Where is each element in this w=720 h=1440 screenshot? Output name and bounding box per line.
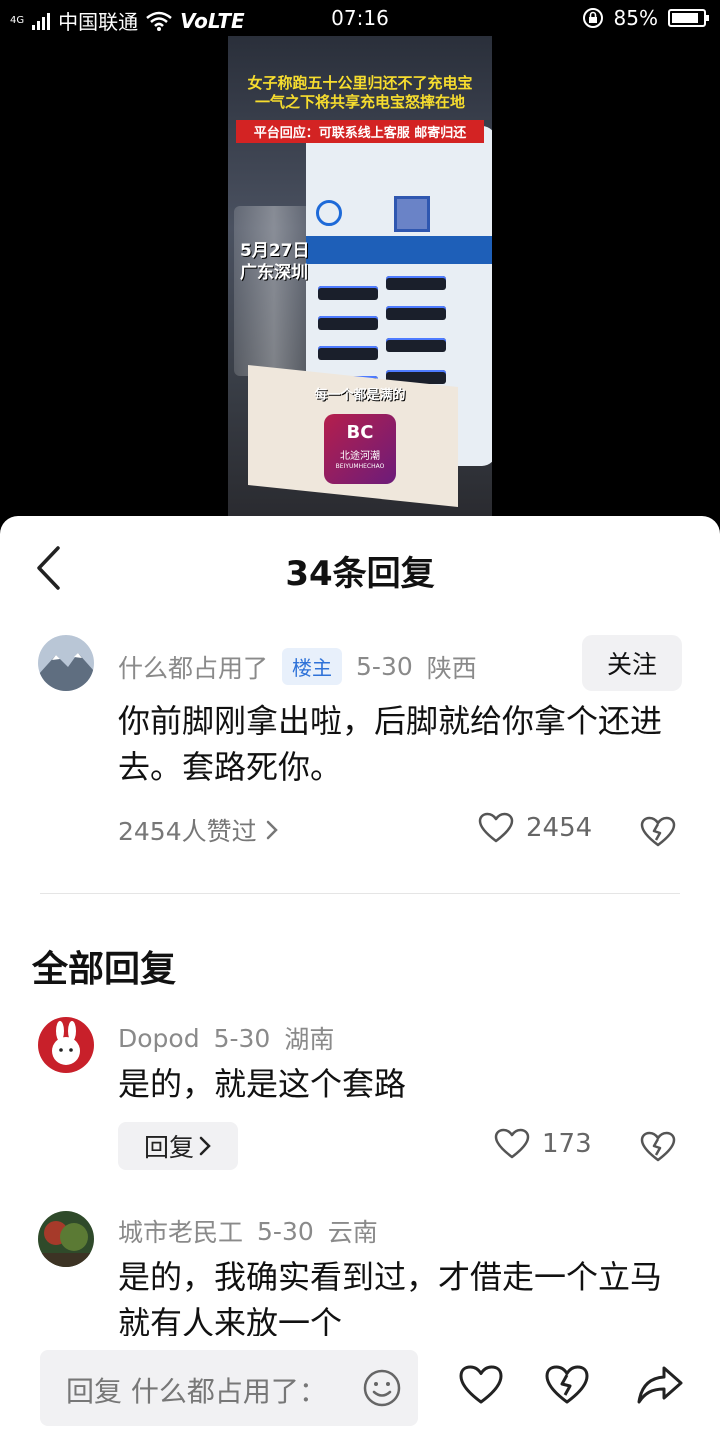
avatar-image (38, 1017, 94, 1073)
broken-heart-icon (640, 1131, 676, 1162)
sheet-header: 34条回复 (0, 516, 720, 620)
avatar[interactable] (38, 635, 94, 691)
comment-date: 5-30 (356, 652, 413, 681)
video-headline-line2: 一气之下将共享充电宝怒摔在地 (254, 93, 465, 111)
divider (40, 893, 680, 894)
reply-button[interactable]: 回复 (118, 1122, 238, 1170)
kiosk-slot (386, 338, 446, 352)
video-bottles (234, 206, 314, 376)
channel-logo-letters: BC (346, 422, 374, 443)
avatar-image (38, 1211, 94, 1267)
share-button[interactable] (636, 1364, 684, 1410)
smiley-icon[interactable] (362, 1368, 402, 1408)
like-count: 173 (542, 1129, 592, 1159)
avatar-image (38, 635, 94, 691)
broken-heart-icon (640, 816, 676, 847)
video-headline-line1: 女子称跑五十公里归还不了充电宝 (247, 74, 473, 92)
avatar[interactable] (38, 1017, 94, 1073)
channel-logo-name: 北途河潮 (340, 451, 380, 462)
video-headline: 女子称跑五十公里归还不了充电宝 一气之下将共享充电宝怒摔在地 (228, 74, 492, 112)
follow-button[interactable]: 关注 (582, 635, 682, 691)
channel-logo: BC 北途河潮 BEIYUMHECHAO (324, 414, 396, 484)
video-date: 5月27日 (240, 241, 310, 261)
like-post-button[interactable] (458, 1364, 504, 1410)
reply-button-label: 回复 (143, 1133, 194, 1162)
battery-fill (672, 13, 698, 23)
bottom-bar: 回复 什么都占用了： (0, 1336, 720, 1440)
avatar[interactable] (38, 1211, 94, 1267)
owner-tag: 楼主 (282, 648, 343, 685)
reply-date: 5-30 (257, 1216, 314, 1246)
kiosk-slot (386, 306, 446, 320)
reply-text: 是的，就是这个套路 (118, 1065, 407, 1103)
heart-outline-icon (478, 812, 514, 843)
sheet-title: 34条回复 (285, 554, 435, 594)
dislike-button[interactable] (640, 1131, 676, 1167)
reply-sheet: 34条回复 什么都占用了 楼主 5-30 陕西 关注 你前脚刚拿出啦，后脚就给你… (0, 516, 720, 1440)
video-date-location: 5月27日 广东深圳 (240, 240, 310, 284)
channel-logo-en: BEIYUMHECHAO (335, 463, 385, 470)
dislike-button[interactable] (640, 816, 676, 852)
chevron-right-icon (199, 1136, 211, 1156)
reply-text: 是的，我确实看到过，才借走一个立马就有人来放一个 (118, 1258, 663, 1342)
kiosk-slot (318, 346, 378, 360)
like-button[interactable]: 2454 (478, 812, 592, 844)
share-arrow-icon (637, 1366, 683, 1404)
battery-percent: 85% (613, 6, 658, 30)
kiosk-band (306, 236, 492, 264)
kiosk-slot (386, 276, 446, 290)
kiosk-slot (318, 286, 378, 300)
video-location: 广东深圳 (240, 263, 308, 283)
status-bar: 4G 中国联通 VoLTE 07:16 85% (0, 0, 720, 36)
reply-region: 湖南 (284, 1025, 335, 1054)
comment-text: 你前脚刚拿出啦，后脚就给你拿个还进去。套路死你。 (118, 702, 663, 786)
video-player[interactable]: 女子称跑五十公里归还不了充电宝 一气之下将共享充电宝怒摔在地 平台回应：可联系线… (228, 36, 492, 516)
likes-list-link[interactable]: 2454人赞过 (118, 812, 279, 848)
reply-meta: 城市老民工 5-30 云南 (118, 1213, 378, 1249)
comment-region: 陕西 (426, 653, 477, 683)
video-platform-reply: 平台回应：可联系线上客服 邮寄归还 (236, 120, 484, 143)
reply-input[interactable]: 回复 什么都占用了： (40, 1350, 418, 1426)
rotation-lock-icon (582, 8, 603, 28)
reply-input-placeholder: 回复 什么都占用了： (66, 1375, 327, 1408)
kiosk-logo (316, 200, 342, 226)
reply-region: 云南 (327, 1218, 378, 1247)
video-subtitle: 每一个都是满的 (314, 388, 406, 403)
like-count: 2454 (526, 813, 593, 843)
kiosk-qr (394, 196, 430, 232)
comment-username[interactable]: 什么都占用了 (118, 649, 268, 685)
heart-outline-icon (459, 1365, 503, 1404)
reply-username[interactable]: Dopod (118, 1024, 200, 1053)
battery-icon (668, 9, 709, 27)
kiosk-slot (318, 316, 378, 330)
reply-username[interactable]: 城市老民工 (118, 1213, 243, 1249)
chevron-right-icon (266, 820, 278, 840)
reply-date: 5-30 (213, 1023, 271, 1053)
broken-heart-icon (545, 1365, 589, 1404)
comment-meta: 什么都占用了 楼主 5-30 陕西 (118, 648, 477, 685)
heart-outline-icon (494, 1128, 530, 1159)
all-replies-title: 全部回复 (32, 949, 177, 990)
likes-list-label: 2454人赞过 (118, 817, 257, 846)
like-button[interactable]: 173 (494, 1128, 592, 1160)
dislike-post-button[interactable] (544, 1364, 590, 1410)
reply-meta: Dopod 5-30 湖南 (118, 1020, 334, 1056)
